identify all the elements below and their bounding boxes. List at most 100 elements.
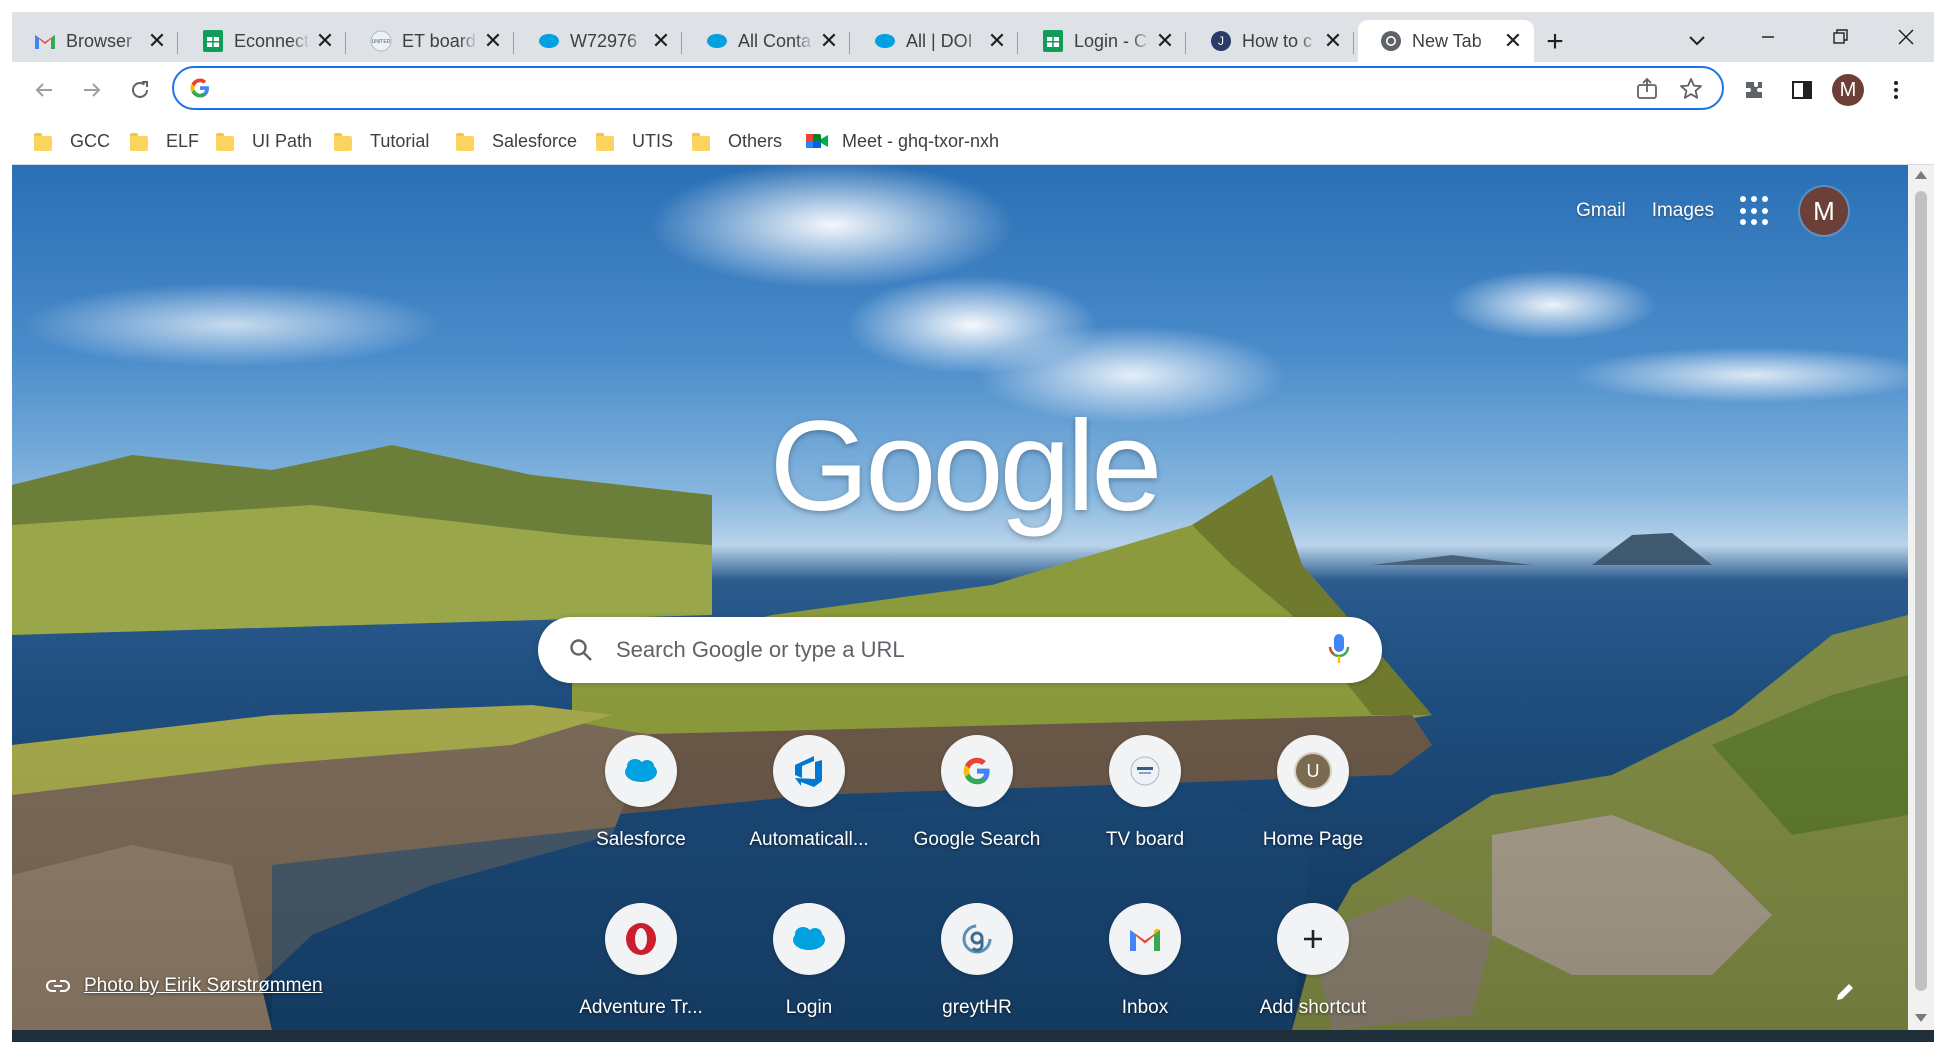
ntp-header-links: Gmail Images M <box>1576 187 1848 235</box>
images-link[interactable]: Images <box>1652 200 1714 222</box>
folder-icon <box>596 133 614 151</box>
address-bar[interactable] <box>172 66 1724 110</box>
bookmark-folder-tutorial[interactable]: Tutorial <box>334 128 429 154</box>
gmail-link[interactable]: Gmail <box>1576 200 1626 222</box>
bookmark-folder-gcc[interactable]: GCC <box>34 128 110 154</box>
add-shortcut-button[interactable]: Add shortcut <box>1229 903 1397 1030</box>
close-icon[interactable]: ✕ <box>1154 30 1176 52</box>
account-avatar[interactable]: M <box>1800 187 1848 235</box>
close-icon[interactable]: ✕ <box>986 30 1008 52</box>
shortcut-label: Login <box>785 997 833 1018</box>
shortcut-adventure[interactable]: Adventure Tr... <box>557 903 725 1030</box>
tab-all-contacts[interactable]: All Conta ✕ <box>684 20 850 62</box>
tab-econnect[interactable]: Econnect ✕ <box>180 20 346 62</box>
shortcut-salesforce[interactable]: Salesforce <box>557 735 725 895</box>
shortcut-home-page[interactable]: U Home Page <box>1229 735 1397 895</box>
arrow-left-icon <box>35 83 52 97</box>
bookmark-meet[interactable]: Meet - ghq-txor-nxh <box>806 128 999 154</box>
shortcut-login[interactable]: Login <box>725 903 893 1030</box>
link-icon <box>46 979 70 993</box>
svg-text:UNITED: UNITED <box>372 39 391 45</box>
close-icon[interactable]: ✕ <box>818 30 840 52</box>
bookmark-label: Tutorial <box>370 130 430 151</box>
page-scrollbar[interactable] <box>1908 165 1934 1030</box>
tab-gmail-browser[interactable]: Browser ✕ <box>12 20 178 62</box>
tab-title: W72976 <box>570 30 638 51</box>
bookmark-label: Salesforce <box>492 130 578 151</box>
close-icon[interactable]: ✕ <box>650 30 672 52</box>
tab-search-button[interactable] <box>1680 24 1714 58</box>
url-input[interactable] <box>224 74 1528 104</box>
tab-new-tab[interactable]: New Tab ✕ <box>1358 20 1534 62</box>
tab-login[interactable]: Login - C ✕ <box>1020 20 1186 62</box>
salesforce-icon <box>773 903 845 975</box>
side-panel-icon[interactable] <box>1786 74 1818 106</box>
tab-et-board[interactable]: UNITED ET board ✕ <box>348 20 514 62</box>
toolbar: M <box>12 62 1934 118</box>
close-icon <box>1898 29 1914 45</box>
bookmark-folder-others[interactable]: Others <box>692 128 782 154</box>
bookmark-folder-salesforce[interactable]: Salesforce <box>456 128 577 154</box>
azure-devops-icon <box>773 735 845 807</box>
close-icon[interactable]: ✕ <box>314 30 336 52</box>
voice-search-icon[interactable] <box>1328 633 1350 670</box>
more-vert-icon <box>1894 81 1898 99</box>
minimize-button[interactable] <box>1740 20 1796 54</box>
menu-button[interactable] <box>1880 74 1912 106</box>
close-icon[interactable]: ✕ <box>1502 30 1524 52</box>
share-icon[interactable] <box>1634 76 1660 102</box>
forward-button[interactable] <box>74 72 110 108</box>
bookmark-folder-utis[interactable]: UTIS <box>596 128 673 154</box>
shortcut-google-search[interactable]: Google Search <box>893 735 1061 895</box>
google-apps-icon[interactable] <box>1740 196 1770 226</box>
tab-divider <box>177 32 178 54</box>
scroll-thumb[interactable] <box>1915 191 1927 991</box>
taskbar <box>12 1030 1934 1042</box>
tab-title: Econnect <box>234 30 310 51</box>
shortcut-label: greytHR <box>942 997 1012 1018</box>
customize-button[interactable] <box>1834 981 1856 1008</box>
pencil-icon <box>1837 984 1853 1000</box>
close-window-button[interactable] <box>1878 20 1934 54</box>
bookmark-label: GCC <box>70 130 110 151</box>
tab-w72976[interactable]: W72976 ✕ <box>516 20 682 62</box>
bookmark-folder-elf[interactable]: ELF <box>130 128 199 154</box>
tab-how-to[interactable]: J How to c ✕ <box>1188 20 1354 62</box>
browser-window: Browser ✕ Econnect ✕ UNITED ET board ✕ W… <box>12 12 1934 1030</box>
tab-title: All | DOI <box>906 30 973 51</box>
tab-title: How to c <box>1242 30 1313 51</box>
tab-divider <box>681 32 682 54</box>
tab-all-doi[interactable]: All | DOI ✕ <box>852 20 1018 62</box>
folder-icon <box>692 133 710 151</box>
ntp-search-box[interactable]: Search Google or type a URL <box>538 617 1382 683</box>
scroll-up-arrow[interactable] <box>1915 171 1927 179</box>
photo-credit-link[interactable]: Photo by Eirik Sørstrømmen <box>46 975 323 997</box>
close-icon[interactable]: ✕ <box>146 30 168 52</box>
bookmark-label: Meet - ghq-txor-nxh <box>842 130 1000 151</box>
bookmark-folder-ui-path[interactable]: UI Path <box>216 128 312 154</box>
j-icon: J <box>1210 30 1232 52</box>
bookmark-star-icon[interactable] <box>1678 76 1704 102</box>
bookmark-label: Others <box>728 130 783 151</box>
shortcut-tv-board[interactable]: TV board <box>1061 735 1229 895</box>
greythr-icon <box>941 903 1013 975</box>
shortcut-label: Inbox <box>1121 997 1169 1018</box>
shortcut-greythr[interactable]: greytHR <box>893 903 1061 1030</box>
extensions-icon[interactable] <box>1738 74 1770 106</box>
background-shade <box>12 165 1908 1030</box>
close-icon[interactable]: ✕ <box>1322 30 1344 52</box>
scroll-down-arrow[interactable] <box>1915 1014 1927 1022</box>
reload-button[interactable] <box>122 72 158 108</box>
restore-button[interactable] <box>1812 20 1868 54</box>
shortcut-inbox[interactable]: Inbox <box>1061 903 1229 1030</box>
google-g-icon <box>190 78 210 103</box>
shortcut-automatically[interactable]: Automaticall... <box>725 735 893 895</box>
bookmark-label: UTIS <box>632 130 674 151</box>
back-button[interactable] <box>26 72 62 108</box>
profile-button[interactable]: M <box>1832 74 1864 106</box>
new-tab-button[interactable]: + <box>1538 26 1572 60</box>
google-meet-icon <box>806 132 828 150</box>
avatar: M <box>1832 74 1864 106</box>
gmail-icon <box>1109 903 1181 975</box>
close-icon[interactable]: ✕ <box>482 30 504 52</box>
